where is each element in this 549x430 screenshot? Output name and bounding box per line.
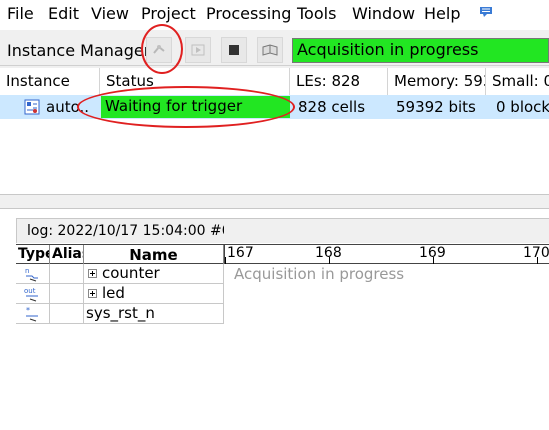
- signal-row[interactable]: n counter Acquisition in progress: [16, 264, 549, 284]
- signal-alias-cell: [50, 284, 84, 304]
- signal-name-cell: led: [84, 284, 224, 304]
- ruler-tick: [537, 257, 538, 264]
- signal-type-cell: n: [16, 264, 50, 284]
- time-ruler[interactable]: 167 168 169 170: [224, 245, 549, 264]
- pane-splitter[interactable]: [0, 194, 549, 208]
- acquisition-placeholder: Acquisition in progress: [234, 265, 405, 283]
- data-log-pane: log: 2022/10/17 15:04:00 #0 Type Alias N…: [0, 208, 549, 430]
- signal-alias-cell: [50, 264, 84, 284]
- signal-type-cell: *: [16, 304, 50, 324]
- header-les[interactable]: LEs: 828: [290, 68, 388, 95]
- annotation-circle-status: [77, 86, 295, 128]
- signal-name-cell: counter: [84, 264, 224, 284]
- tab-strip: [224, 218, 549, 243]
- ruler-tick-label: 167: [227, 245, 254, 261]
- menu-window[interactable]: Window: [352, 4, 415, 23]
- signal-name: counter: [102, 264, 160, 282]
- annotation-circle-run-button: [141, 24, 183, 74]
- signal-row[interactable]: * sys_rst_n: [16, 304, 549, 324]
- read-data-icon: [262, 44, 278, 56]
- signal-name: sys_rst_n: [86, 304, 155, 322]
- signal-alias-cell: [50, 304, 84, 324]
- instance-les: 828 cells: [298, 98, 366, 116]
- menu-help[interactable]: Help: [424, 4, 460, 23]
- menu-edit[interactable]: Edit: [48, 4, 79, 23]
- ruler-tick: [433, 257, 434, 264]
- instance-table: Instance Status LEs: 828 Memory: 59392 S…: [0, 68, 549, 194]
- instance-manager-label: Instance Manager:: [7, 41, 156, 60]
- signal-type-cell: out: [16, 284, 50, 304]
- waveform-cell[interactable]: Acquisition in progress: [224, 264, 549, 284]
- acquisition-status: Acquisition in progress: [292, 38, 549, 63]
- svg-text:*: *: [26, 306, 30, 315]
- header-instance[interactable]: Instance: [0, 68, 100, 95]
- expand-icon[interactable]: [88, 269, 97, 278]
- stop-analysis-button[interactable]: [221, 37, 247, 63]
- stop-icon: [229, 45, 239, 55]
- menu-tools[interactable]: Tools: [297, 4, 336, 23]
- instance-table-header: Instance Status LEs: 828 Memory: 59392 S…: [0, 68, 549, 95]
- header-small[interactable]: Small: 0/0: [486, 68, 549, 95]
- menu-project[interactable]: Project: [141, 4, 196, 23]
- menu-processing[interactable]: Processing: [206, 4, 291, 23]
- output-signal-icon: out: [24, 287, 38, 302]
- header-type[interactable]: Type: [16, 245, 50, 264]
- help-bubble-icon[interactable]: [479, 6, 493, 18]
- header-name[interactable]: Name: [84, 245, 224, 264]
- ruler-tick: [225, 257, 226, 264]
- instance-small: 0 blocks: [496, 98, 549, 116]
- menu-file[interactable]: File: [7, 4, 34, 23]
- instance-memory: 59392 bits: [396, 98, 476, 116]
- ruler-tick-label: 170: [523, 245, 549, 261]
- signal-name-cell: sys_rst_n: [84, 304, 224, 324]
- signal-row[interactable]: out led: [16, 284, 549, 304]
- log-tab[interactable]: log: 2022/10/17 15:04:00 #0: [16, 218, 225, 243]
- read-data-button[interactable]: [257, 37, 283, 63]
- expand-icon[interactable]: [88, 289, 97, 298]
- autorun-analysis-button[interactable]: [185, 37, 211, 63]
- header-alias[interactable]: Alias: [50, 245, 84, 264]
- bus-signal-icon: n: [25, 267, 38, 282]
- menu-view[interactable]: View: [91, 4, 129, 23]
- signal-grid-header: Type Alias Name 167 168 169 170: [16, 244, 549, 264]
- instance-icon: [24, 99, 40, 115]
- header-memory[interactable]: Memory: 59392: [388, 68, 486, 95]
- waveform-cell[interactable]: [224, 284, 549, 304]
- menu-bar: File Edit View Project Processing Tools …: [0, 0, 549, 30]
- instance-manager-toolbar: Instance Manager: Acquisition in progres…: [0, 34, 549, 66]
- svg-text:n: n: [25, 267, 29, 275]
- svg-text:out: out: [24, 287, 36, 295]
- input-signal-icon: *: [26, 306, 38, 322]
- signal-name: led: [102, 284, 125, 302]
- autorun-icon: [191, 44, 205, 56]
- waveform-cell[interactable]: [224, 304, 549, 324]
- ruler-tick: [329, 257, 330, 264]
